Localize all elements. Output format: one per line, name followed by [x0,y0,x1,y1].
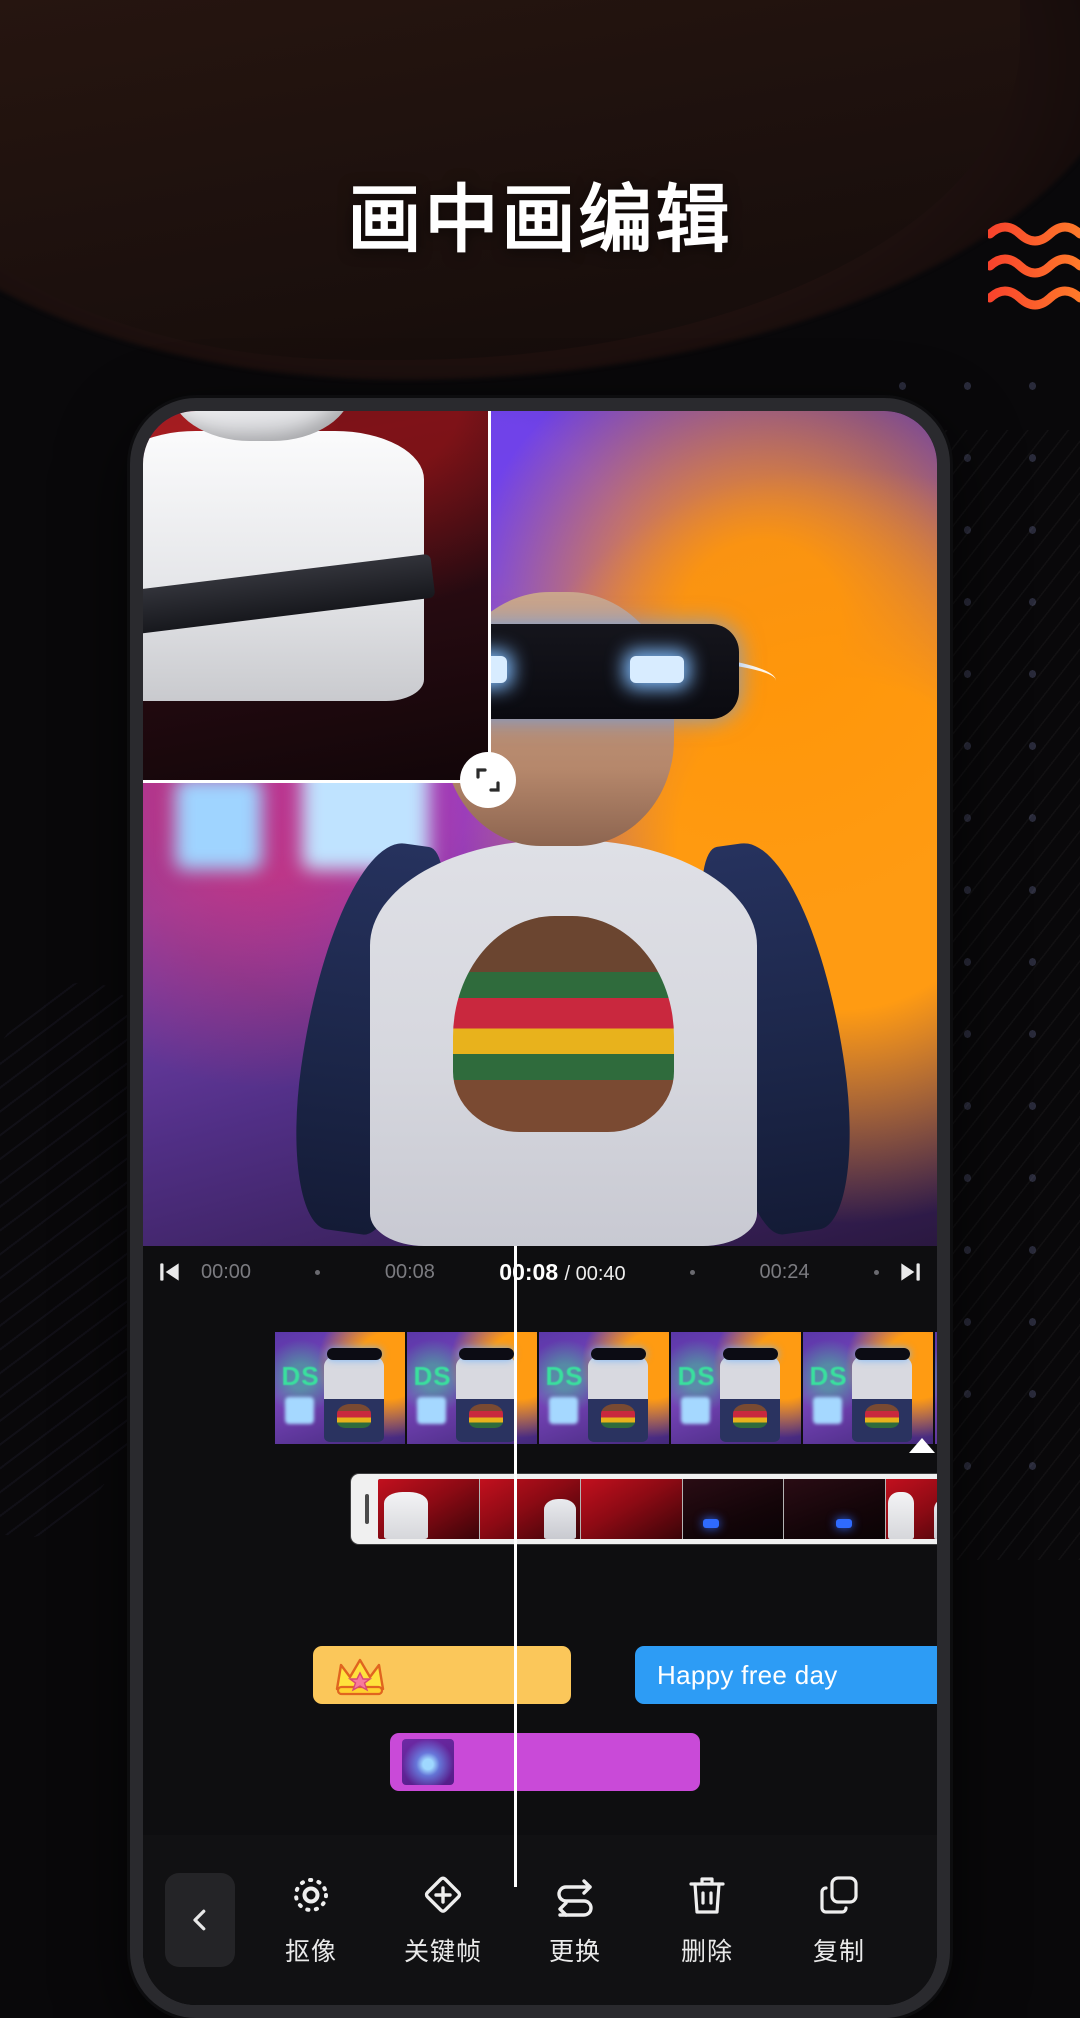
copy-icon [820,1876,858,1914]
pip-thumbnail [682,1479,784,1539]
text-clip-label: Happy free day [657,1659,838,1690]
time-tick-2: 00:24 [759,1260,810,1283]
effect-clip[interactable] [390,1733,700,1791]
tool-chroma-key[interactable]: 抠像 [251,1872,371,1968]
trim-handle-left[interactable] [356,1474,378,1544]
timecode-bar: 00:00 00:08 00:08 / 00:40 00:24 [143,1246,937,1298]
phone-screen: 00:00 00:08 00:08 / 00:40 00:24 DS DS DS… [143,411,937,2005]
tool-label: 删除 [680,1938,733,1966]
time-tick-0: 00:00 [201,1260,252,1283]
tool-replace[interactable]: 更换 [515,1872,635,1968]
playhead[interactable] [514,1246,517,1887]
chroma-key-icon [294,1878,328,1912]
pip-thumbnail-strip [378,1479,937,1539]
tool-label: 抠像 [284,1938,337,1966]
video-thumbnail: DS [539,1332,671,1444]
crown-sticker-icon [335,1658,385,1696]
phone-button-volume-up [949,711,950,773]
total-time: / 00:40 [564,1262,626,1285]
tool-label: 复制 [812,1938,865,1966]
page-title: 画中画编辑 [347,178,733,261]
video-thumbnail: DS [935,1332,937,1444]
tool-label: 关键帧 [403,1938,482,1966]
pip-thumbnail [784,1479,886,1539]
tick-dot [873,1269,879,1275]
pip-thumbnail [378,1479,480,1539]
tool-list: 抠像 关键帧 更换 删除 复制 [235,1872,915,1968]
tick-dot [315,1269,321,1275]
trash-icon [689,1877,725,1914]
preview-video-frame [143,411,937,1246]
effect-thumbnail [402,1739,454,1785]
pip-thumbnail [581,1479,683,1539]
skip-previous-icon[interactable] [143,1259,197,1285]
tool-label: 更换 [548,1938,601,1966]
tool-keyframe[interactable]: 关键帧 [383,1872,503,1968]
tool-delete[interactable]: 删除 [647,1872,767,1968]
pip-video-content [143,411,488,780]
scale-icon[interactable] [460,752,516,808]
sticker-clip[interactable] [313,1646,571,1704]
playhead-marker [909,1438,935,1453]
replace-icon [557,1879,593,1917]
text-clip[interactable]: Happy free day [635,1646,937,1704]
main-video-track[interactable]: DS DS DS DS DS [275,1332,937,1444]
bottom-toolbar: 抠像 关键帧 更换 删除 复制 [143,1835,937,2005]
video-thumbnail: DS [671,1332,803,1444]
tool-copy[interactable]: 复制 [779,1872,899,1968]
chevron-left-icon[interactable] [165,1873,235,1967]
phone-device-frame: 00:00 00:08 00:08 / 00:40 00:24 DS DS DS… [130,398,950,2018]
video-thumbnail: DS [803,1332,935,1444]
phone-button-power [949,803,950,913]
timecode-ticks: 00:00 00:08 00:08 / 00:40 00:24 [197,1259,883,1286]
video-thumbnail: DS [275,1332,407,1444]
pip-thumbnail [885,1479,937,1539]
current-time: 00:08 / 00:40 [499,1258,626,1285]
video-preview[interactable] [143,411,937,1246]
keyframe-icon [424,1876,462,1913]
picture-in-picture-overlay[interactable] [143,411,516,808]
pip-thumbnail [479,1479,581,1539]
pip-video-track[interactable] [351,1474,937,1544]
tick-dot [690,1269,696,1275]
skip-next-icon[interactable] [883,1259,937,1285]
video-thumbnail: DS [407,1332,539,1444]
time-tick-1: 00:08 [384,1260,435,1283]
